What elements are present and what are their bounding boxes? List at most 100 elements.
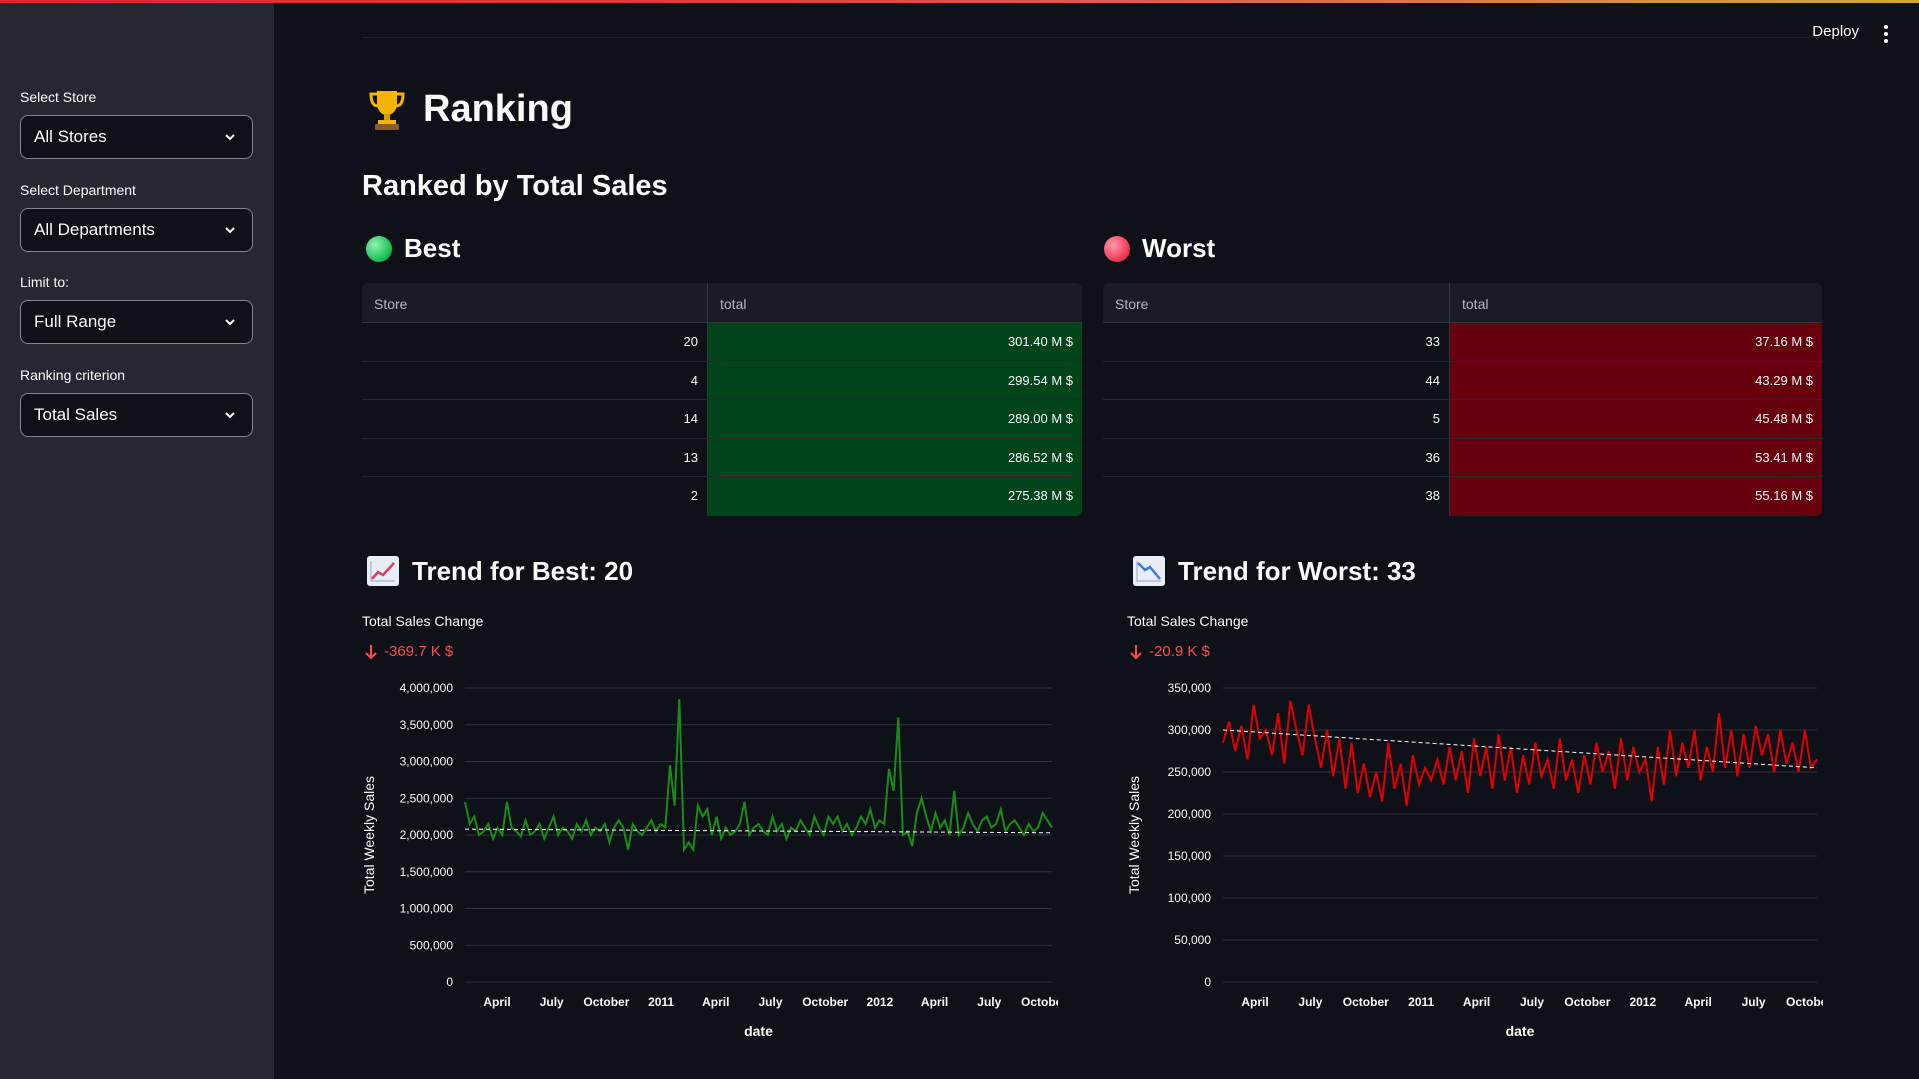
x-tick-label: 2012 <box>1629 995 1656 1009</box>
series-line <box>464 698 1053 854</box>
series-line <box>1222 700 1818 806</box>
table-row: 36 53.41 M $ <box>1103 438 1822 477</box>
chevron-down-icon <box>225 134 235 141</box>
store-cell[interactable]: 36 <box>1103 438 1450 476</box>
y-tick-label: 250,000 <box>1168 765 1212 779</box>
store-cell[interactable]: 2 <box>362 477 708 516</box>
total-cell[interactable]: 55.16 M $ <box>1450 477 1822 516</box>
store-cell[interactable]: 13 <box>362 438 708 476</box>
x-tick-label: April <box>1241 995 1268 1009</box>
table-header: Store total <box>1103 283 1822 323</box>
x-tick-label: July <box>540 995 564 1009</box>
range-filter-label: Limit to: <box>20 274 70 290</box>
worst-trend-chart-svg[interactable]: 0 50,000 100,000 150,000 200,000 250,000 300,0… <box>1126 680 1832 1070</box>
x-tick-label: April <box>702 995 729 1009</box>
table-header: Store total <box>362 283 1082 323</box>
x-tick-label: April <box>921 995 948 1009</box>
range-select[interactable]: Full Range <box>20 300 253 344</box>
criterion-select[interactable]: Total Sales <box>20 393 253 437</box>
x-tick-label: July <box>977 995 1001 1009</box>
table-row: 38 55.16 M $ <box>1103 477 1822 516</box>
x-tick-label: July <box>1298 995 1322 1009</box>
table-row: 2 275.38 M $ <box>362 477 1082 516</box>
criterion-filter-label: Ranking criterion <box>20 367 126 383</box>
store-cell[interactable]: 33 <box>1103 323 1450 361</box>
trophy-icon <box>369 90 405 130</box>
chevron-down-icon <box>225 412 235 419</box>
store-select-value: All Stores <box>34 127 107 146</box>
x-tick-label: 2011 <box>1408 995 1434 1009</box>
green-circle-icon <box>366 235 392 262</box>
y-tick-label: 2,500,000 <box>400 791 454 805</box>
criterion-filter: Ranking criterion Total Sales <box>20 367 253 437</box>
worst-trend-chart[interactable]: 0 50,000 100,000 150,000 200,000 250,000 300,0… <box>1126 680 1832 1070</box>
store-cell[interactable]: 4 <box>362 361 708 399</box>
total-cell[interactable]: 43.29 M $ <box>1450 361 1822 399</box>
range-filter: Limit to: Full Range <box>20 274 253 344</box>
store-cell[interactable]: 14 <box>362 400 708 438</box>
worst-metric-delta: -20.9 K $ <box>1149 643 1210 660</box>
trend-best-heading: Trend for Best: 20 <box>366 555 633 587</box>
store-cell[interactable]: 38 <box>1103 477 1450 516</box>
x-tick-label: 2011 <box>648 995 674 1009</box>
y-tick-label: 2,000,000 <box>400 828 454 842</box>
store-select[interactable]: All Stores <box>20 115 253 159</box>
department-select[interactable]: All Departments <box>20 208 253 252</box>
y-tick-label: 4,000,000 <box>400 681 454 695</box>
app-header: Deploy <box>274 3 1919 63</box>
worst-heading: Worst <box>1104 233 1215 264</box>
y-axis-label: Total Weekly Sales <box>362 776 377 894</box>
best-trend-chart-svg[interactable]: 0 500,000 1,000,000 1,500,000 2,000,000 2,500… <box>361 680 1067 1070</box>
best-heading: Best <box>366 233 460 264</box>
total-cell[interactable]: 37.16 M $ <box>1450 323 1822 361</box>
total-cell[interactable]: 53.41 M $ <box>1450 438 1822 476</box>
trend-best-heading-text: Trend for Best: 20 <box>412 555 634 586</box>
worst-table[interactable]: Store total 33 37.16 M $ 44 43.29 M $ 5 … <box>1103 283 1822 516</box>
sidebar: Select Store All Stores Select Departmen… <box>0 3 274 1079</box>
table-row: 4 299.54 M $ <box>362 361 1082 400</box>
chevron-down-icon <box>225 227 235 234</box>
x-tick-label: April <box>1685 995 1712 1009</box>
x-axis-label: date <box>1506 1023 1535 1039</box>
y-tick-label: 100,000 <box>1168 891 1212 905</box>
department-filter-label: Select Department <box>20 182 136 198</box>
x-tick-label: April <box>1463 995 1490 1009</box>
store-cell[interactable]: 20 <box>362 323 708 361</box>
best-metric-delta: -369.7 K $ <box>384 643 454 660</box>
column-header-total[interactable]: total <box>1450 283 1822 322</box>
best-table[interactable]: Store total 20 301.40 M $ 4 299.54 M $ 1… <box>362 283 1082 516</box>
y-tick-label: 500,000 <box>410 938 454 952</box>
trend-worst-heading: Trend for Worst: 33 <box>1132 555 1416 587</box>
page-title: Ranking <box>369 88 573 131</box>
range-select-value: Full Range <box>34 312 117 331</box>
worst-metric-value: -20.9 K $ <box>1129 643 1210 660</box>
total-cell[interactable]: 299.54 M $ <box>708 361 1082 399</box>
column-header-store[interactable]: Store <box>362 283 708 322</box>
table-row: 20 301.40 M $ <box>362 323 1082 362</box>
department-select-value: All Departments <box>34 220 155 239</box>
table-row: 5 45.48 M $ <box>1103 400 1822 439</box>
total-cell[interactable]: 289.00 M $ <box>708 400 1082 438</box>
total-cell[interactable]: 45.48 M $ <box>1450 400 1822 438</box>
criterion-select-value: Total Sales <box>34 405 118 424</box>
column-header-total[interactable]: total <box>708 283 1082 322</box>
y-tick-label: 1,500,000 <box>400 865 454 879</box>
store-cell[interactable]: 5 <box>1103 400 1450 438</box>
x-tick-label: October <box>1021 995 1058 1009</box>
header-divider <box>362 37 1822 38</box>
total-cell[interactable]: 286.52 M $ <box>708 438 1082 476</box>
column-header-store[interactable]: Store <box>1103 283 1450 322</box>
best-trend-chart[interactable]: 0 500,000 1,000,000 1,500,000 2,000,000 2,500… <box>361 680 1067 1070</box>
worst-metric-label: Total Sales Change <box>1127 613 1249 629</box>
worst-heading-text: Worst <box>1142 233 1216 263</box>
main-menu-icon[interactable] <box>1883 25 1889 43</box>
trend-worst-heading-text: Trend for Worst: 33 <box>1178 555 1416 586</box>
total-cell[interactable]: 275.38 M $ <box>708 477 1082 516</box>
x-tick-label: October <box>583 995 629 1009</box>
total-cell[interactable]: 301.40 M $ <box>708 323 1082 361</box>
trend-line <box>464 828 1053 834</box>
store-cell[interactable]: 44 <box>1103 361 1450 399</box>
best-metric-value: -369.7 K $ <box>364 643 453 660</box>
y-tick-label: 200,000 <box>1168 807 1212 821</box>
table-row: 44 43.29 M $ <box>1103 361 1822 400</box>
